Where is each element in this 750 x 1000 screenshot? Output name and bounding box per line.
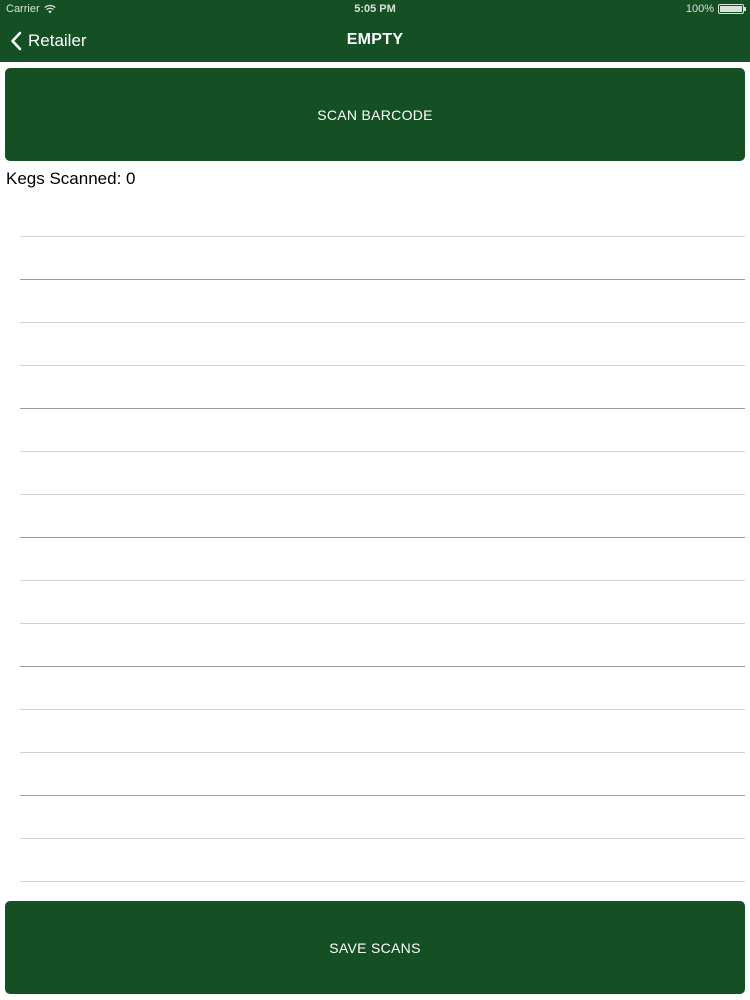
battery-icon: [718, 4, 746, 14]
navigation-bar: Retailer EMPTY: [0, 20, 750, 62]
battery-percent: 100%: [685, 3, 714, 15]
list-item[interactable]: [20, 624, 745, 667]
kegs-scanned-count: Kegs Scanned: 0: [6, 169, 136, 188]
list-item[interactable]: [20, 538, 745, 581]
list-item[interactable]: [20, 409, 745, 452]
scan-barcode-button[interactable]: SCAN BARCODE: [5, 68, 745, 161]
status-bar: Carrier 5:05 PM 100%: [0, 0, 750, 20]
empty-scan-screen: Carrier 5:05 PM 100% Retailer EMPTY SCAN…: [0, 0, 750, 1000]
list-item[interactable]: [20, 323, 745, 366]
scan-barcode-label: SCAN BARCODE: [317, 106, 433, 123]
page-title: EMPTY: [346, 31, 404, 48]
scanned-kegs-list[interactable]: [20, 194, 745, 882]
list-item[interactable]: [20, 452, 745, 495]
list-item[interactable]: [20, 710, 745, 753]
list-item[interactable]: [20, 495, 745, 538]
status-time: 5:05 PM: [354, 3, 396, 15]
list-item[interactable]: [20, 753, 745, 796]
list-item[interactable]: [20, 280, 745, 323]
list-item[interactable]: [20, 581, 745, 624]
list-item[interactable]: [20, 796, 745, 839]
list-item[interactable]: [20, 237, 745, 280]
list-item[interactable]: [20, 194, 745, 237]
list-item[interactable]: [20, 839, 745, 882]
list-item[interactable]: [20, 667, 745, 710]
top-bar: Carrier 5:05 PM 100% Retailer EMPTY: [0, 0, 750, 62]
status-battery: 100%: [685, 3, 746, 15]
save-scans-label: SAVE SCANS: [329, 939, 421, 956]
save-scans-button[interactable]: SAVE SCANS: [5, 901, 745, 994]
list-item[interactable]: [20, 366, 745, 409]
